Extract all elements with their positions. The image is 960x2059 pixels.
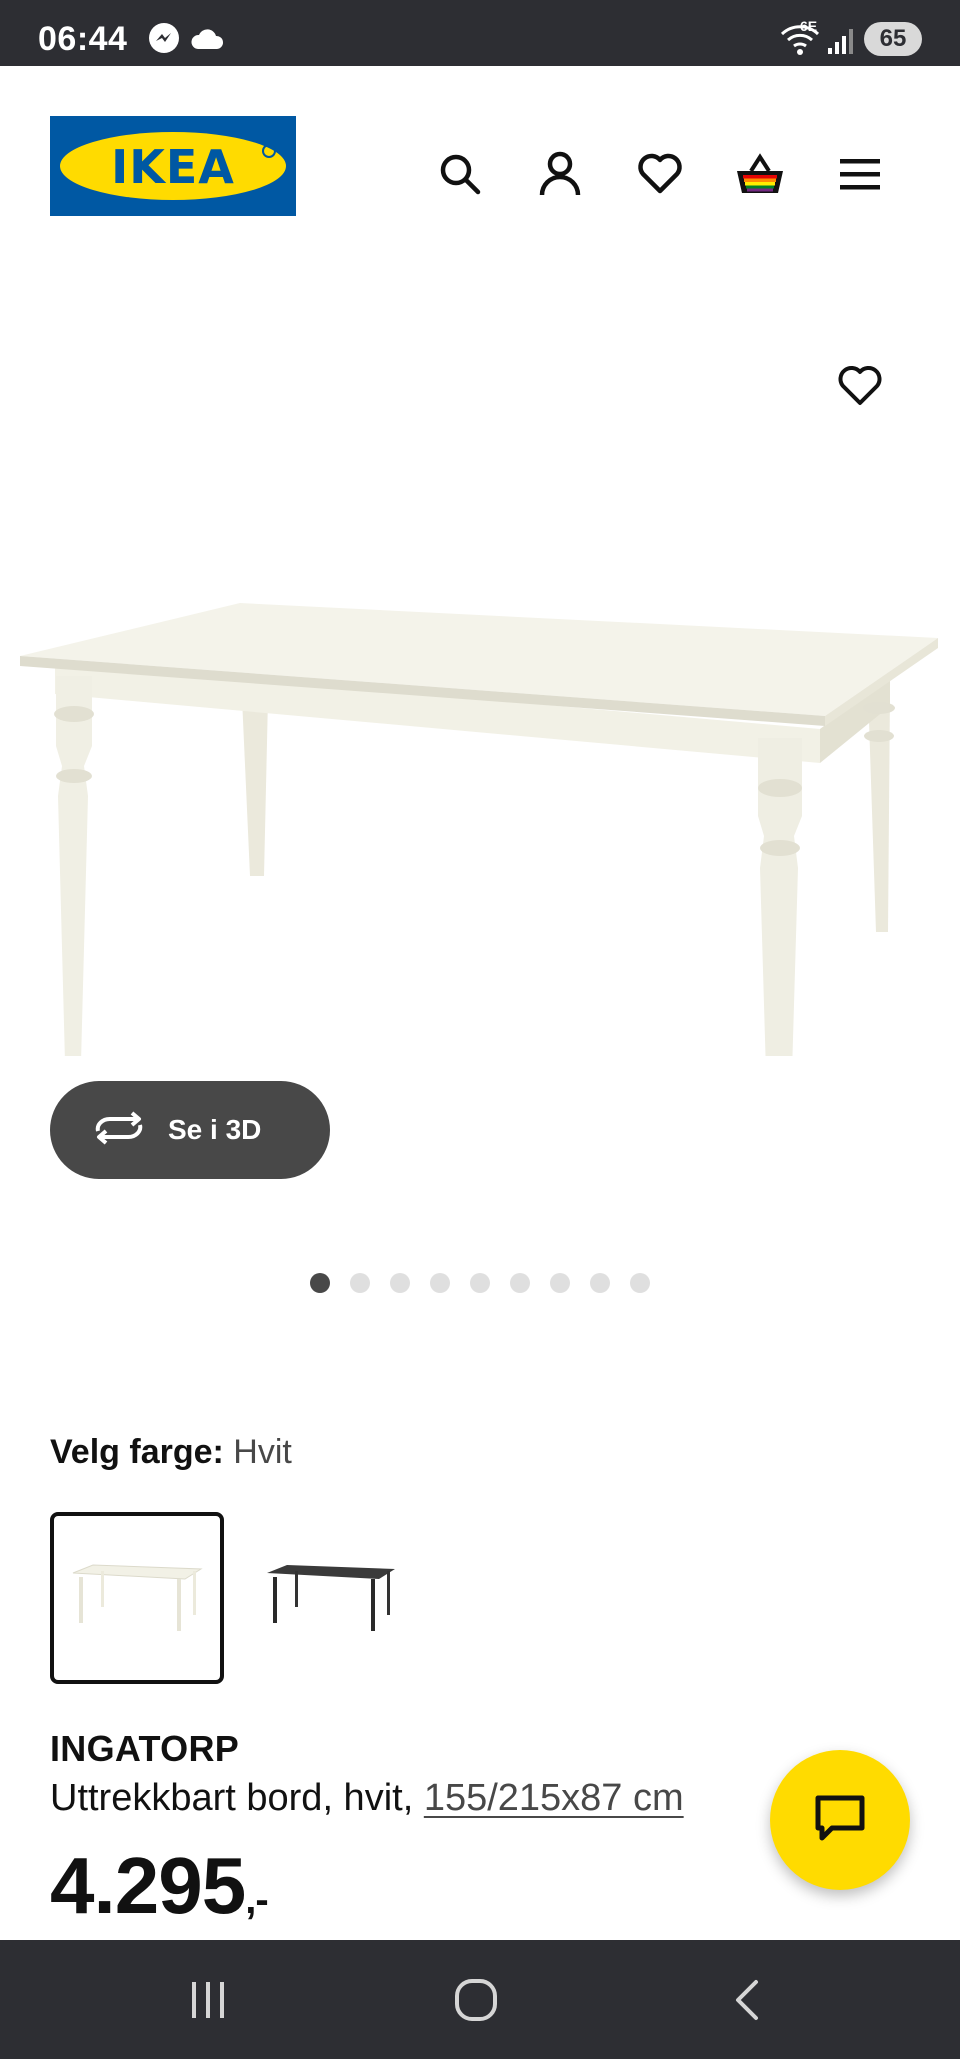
product-description: Uttrekkbart bord, hvit, 155/215x87 cm bbox=[50, 1777, 684, 1820]
carousel-dot[interactable] bbox=[390, 1273, 410, 1293]
signal-icon bbox=[826, 26, 856, 61]
chat-button[interactable] bbox=[770, 1750, 910, 1890]
menu-icon[interactable] bbox=[830, 144, 890, 204]
chat-icon bbox=[814, 1794, 866, 1847]
back-icon[interactable] bbox=[716, 1970, 776, 2030]
user-icon[interactable] bbox=[530, 144, 590, 204]
color-swatch-black[interactable] bbox=[244, 1512, 418, 1684]
registered-mark bbox=[262, 144, 276, 158]
price-value: 4.295 bbox=[50, 1841, 246, 1930]
cloud-icon bbox=[190, 28, 224, 55]
basket-icon[interactable] bbox=[730, 144, 790, 204]
carousel-dot[interactable] bbox=[430, 1273, 450, 1293]
heart-icon[interactable] bbox=[630, 144, 690, 204]
recent-apps-icon[interactable] bbox=[178, 1970, 238, 2030]
product-name: INGATORP bbox=[50, 1728, 240, 1769]
color-label-prefix: Velg farge: bbox=[50, 1433, 224, 1471]
selected-color-value: Hvit bbox=[233, 1433, 292, 1471]
price-suffix: ,- bbox=[245, 1878, 268, 1922]
site-header: IKEA bbox=[0, 66, 960, 236]
search-icon[interactable] bbox=[430, 144, 490, 204]
product-image bbox=[10, 476, 950, 1278]
product-dimensions-link[interactable]: 155/215x87 cm bbox=[424, 1777, 684, 1819]
color-swatch-white[interactable] bbox=[50, 1512, 224, 1684]
product-price: 4.295,- bbox=[50, 1840, 269, 1932]
system-navigation-bar bbox=[0, 1940, 960, 2059]
color-selector-label: Velg farge: Hvit bbox=[50, 1433, 292, 1472]
carousel-dot[interactable] bbox=[510, 1273, 530, 1293]
battery-indicator: 65 bbox=[864, 22, 922, 56]
carousel-dot[interactable] bbox=[630, 1273, 650, 1293]
ikea-logo[interactable]: IKEA bbox=[50, 116, 296, 216]
status-bar: 06:44 6E 65 bbox=[0, 0, 960, 66]
home-icon[interactable] bbox=[446, 1970, 506, 2030]
product-description-text: Uttrekkbart bord, hvit, bbox=[50, 1777, 414, 1819]
logo-wordmark: IKEA bbox=[111, 140, 235, 194]
product-gallery[interactable]: Se i 3D bbox=[0, 236, 960, 1336]
carousel-dot[interactable] bbox=[590, 1273, 610, 1293]
carousel-dot[interactable] bbox=[550, 1273, 570, 1293]
favourite-heart-icon[interactable] bbox=[830, 356, 890, 416]
messenger-icon bbox=[148, 22, 180, 59]
view-in-3d-label: Se i 3D bbox=[168, 1114, 262, 1145]
carousel-dot[interactable] bbox=[350, 1273, 370, 1293]
clock: 06:44 bbox=[38, 20, 128, 58]
network-type: 6E bbox=[800, 18, 818, 34]
carousel-dot[interactable] bbox=[470, 1273, 490, 1293]
rotate-icon bbox=[92, 1110, 146, 1150]
view-in-3d-button[interactable]: Se i 3D bbox=[50, 1081, 330, 1179]
carousel-dot[interactable] bbox=[310, 1273, 330, 1293]
carousel-dots bbox=[0, 1273, 960, 1293]
